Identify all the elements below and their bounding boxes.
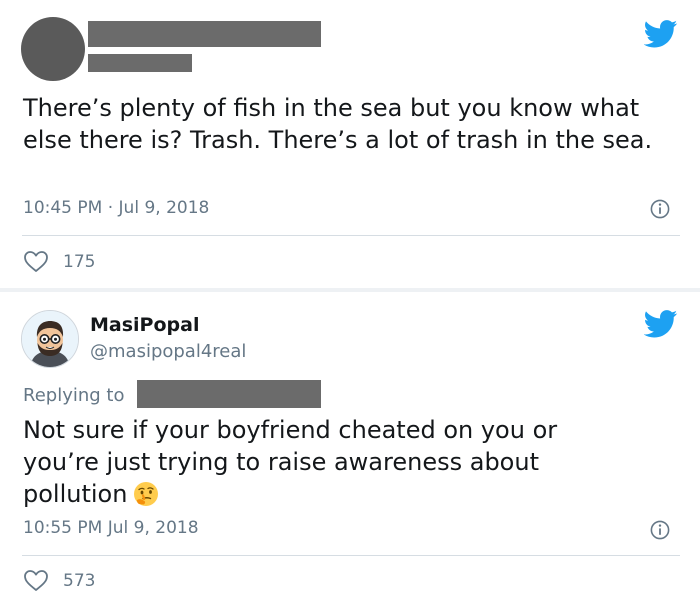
tweet-timestamp[interactable]: 10:55 PM Jul 9, 2018 xyxy=(23,518,199,538)
like-count: 175 xyxy=(63,251,96,272)
heart-icon[interactable] xyxy=(23,250,49,273)
tweet-text: There’s plenty of fish in the sea but yo… xyxy=(23,94,653,154)
tweet-date[interactable]: Jul 9, 2018 xyxy=(108,518,199,538)
tweet-date[interactable]: Jul 9, 2018 xyxy=(119,198,210,218)
avatar[interactable] xyxy=(21,310,79,368)
twitter-bird-icon[interactable] xyxy=(644,310,678,338)
divider xyxy=(22,555,680,556)
user-handle[interactable]: @masipopal4real xyxy=(90,341,246,362)
tweet-text: Not sure if your boyfriend cheated on yo… xyxy=(23,414,608,510)
tweet-text-content: Not sure if your boyfriend cheated on yo… xyxy=(23,416,558,508)
heart-icon[interactable] xyxy=(23,569,49,592)
tweet-time[interactable]: 10:45 PM xyxy=(23,198,102,218)
tweet-time[interactable]: 10:55 PM xyxy=(23,518,102,538)
info-icon[interactable] xyxy=(650,520,670,540)
tweet-card[interactable]: MasiPopal @masipopal4real Replying to No… xyxy=(0,292,700,610)
redacted-handle xyxy=(88,54,192,72)
display-name[interactable]: MasiPopal xyxy=(90,314,199,336)
redacted-reply-target xyxy=(137,380,321,408)
timestamp-separator: · xyxy=(107,198,114,218)
replying-to-label: Replying to xyxy=(23,385,125,406)
redacted-display-name xyxy=(88,21,321,47)
like-button[interactable]: 175 xyxy=(23,250,95,273)
thinking-face-emoji-icon xyxy=(134,482,159,506)
twitter-bird-icon[interactable] xyxy=(644,20,678,48)
tweet-card[interactable]: There’s plenty of fish in the sea but yo… xyxy=(0,0,700,288)
cartoon-avatar-image xyxy=(22,311,78,367)
divider xyxy=(22,235,680,236)
tweet-timestamp[interactable]: 10:45 PM · Jul 9, 2018 xyxy=(23,198,209,218)
info-icon[interactable] xyxy=(650,199,670,219)
like-count: 573 xyxy=(63,570,96,591)
redacted-avatar xyxy=(21,17,85,81)
like-button[interactable]: 573 xyxy=(23,569,95,592)
